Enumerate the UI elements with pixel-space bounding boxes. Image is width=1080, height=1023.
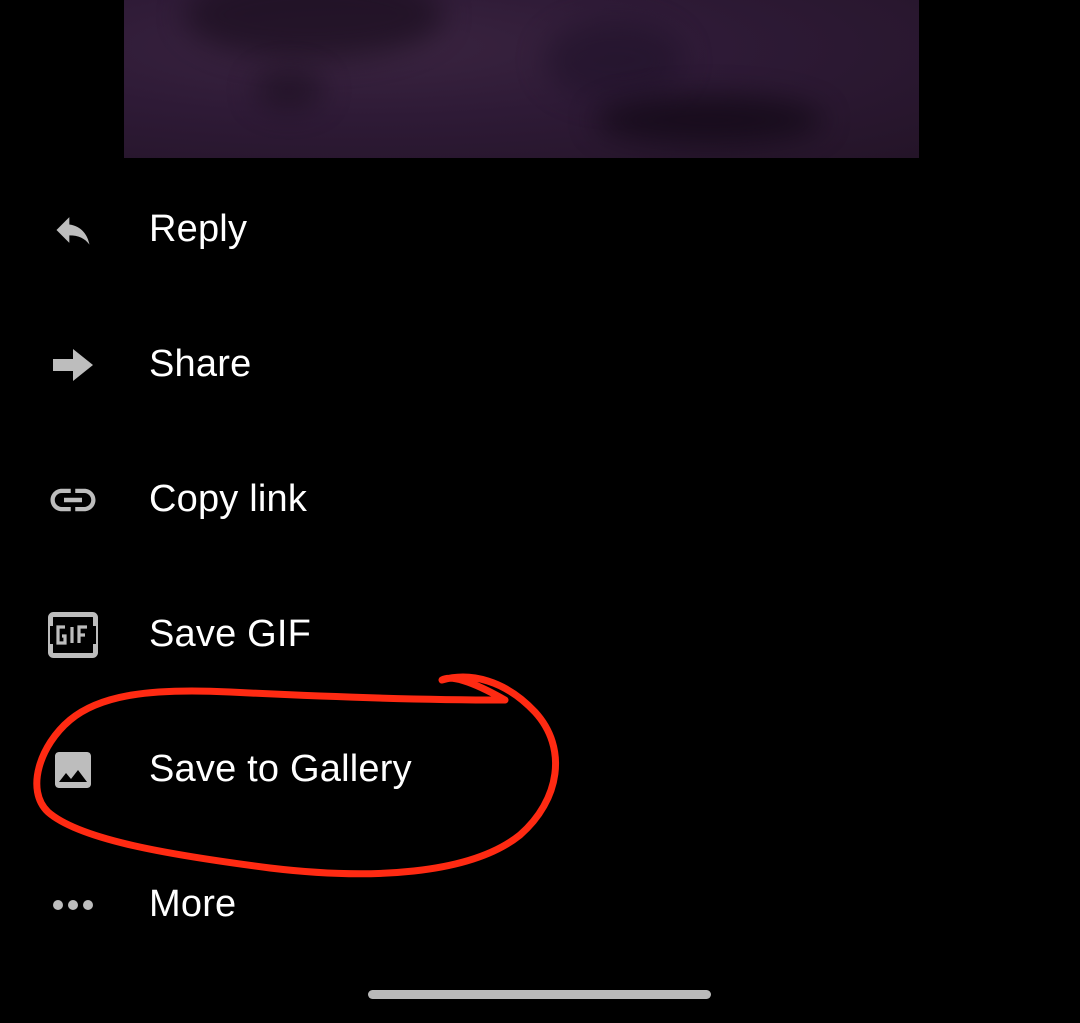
share-arrow-icon [46,338,100,392]
preview-shade [544,20,684,100]
menu-item-save-to-gallery[interactable]: Save to Gallery [0,702,1080,837]
preview-shade [594,95,824,145]
preview-shade [184,0,444,60]
menu-item-copy-link[interactable]: Copy link [0,432,1080,567]
menu-item-reply[interactable]: Reply [0,162,1080,297]
preview-shade [254,70,324,110]
link-icon [46,473,100,527]
menu-item-label: Save to Gallery [149,748,412,790]
menu-item-share[interactable]: Share [0,297,1080,432]
image-icon [46,743,100,797]
media-preview[interactable] [124,0,919,158]
home-indicator[interactable] [368,990,711,999]
menu-item-more[interactable]: More [0,837,1080,972]
gif-icon [46,608,100,662]
share-sheet-screen: Reply Share Copy link Save GIF Save to G… [0,0,1080,1023]
menu-item-label: Save GIF [149,613,312,655]
menu-item-label: More [149,883,237,925]
more-dots-icon [46,878,100,932]
reply-icon [46,203,100,257]
share-menu: Reply Share Copy link Save GIF Save to G… [0,162,1080,972]
menu-item-label: Copy link [149,478,308,520]
menu-item-label: Reply [149,208,248,250]
menu-item-label: Share [149,343,252,385]
menu-item-save-gif[interactable]: Save GIF [0,567,1080,702]
